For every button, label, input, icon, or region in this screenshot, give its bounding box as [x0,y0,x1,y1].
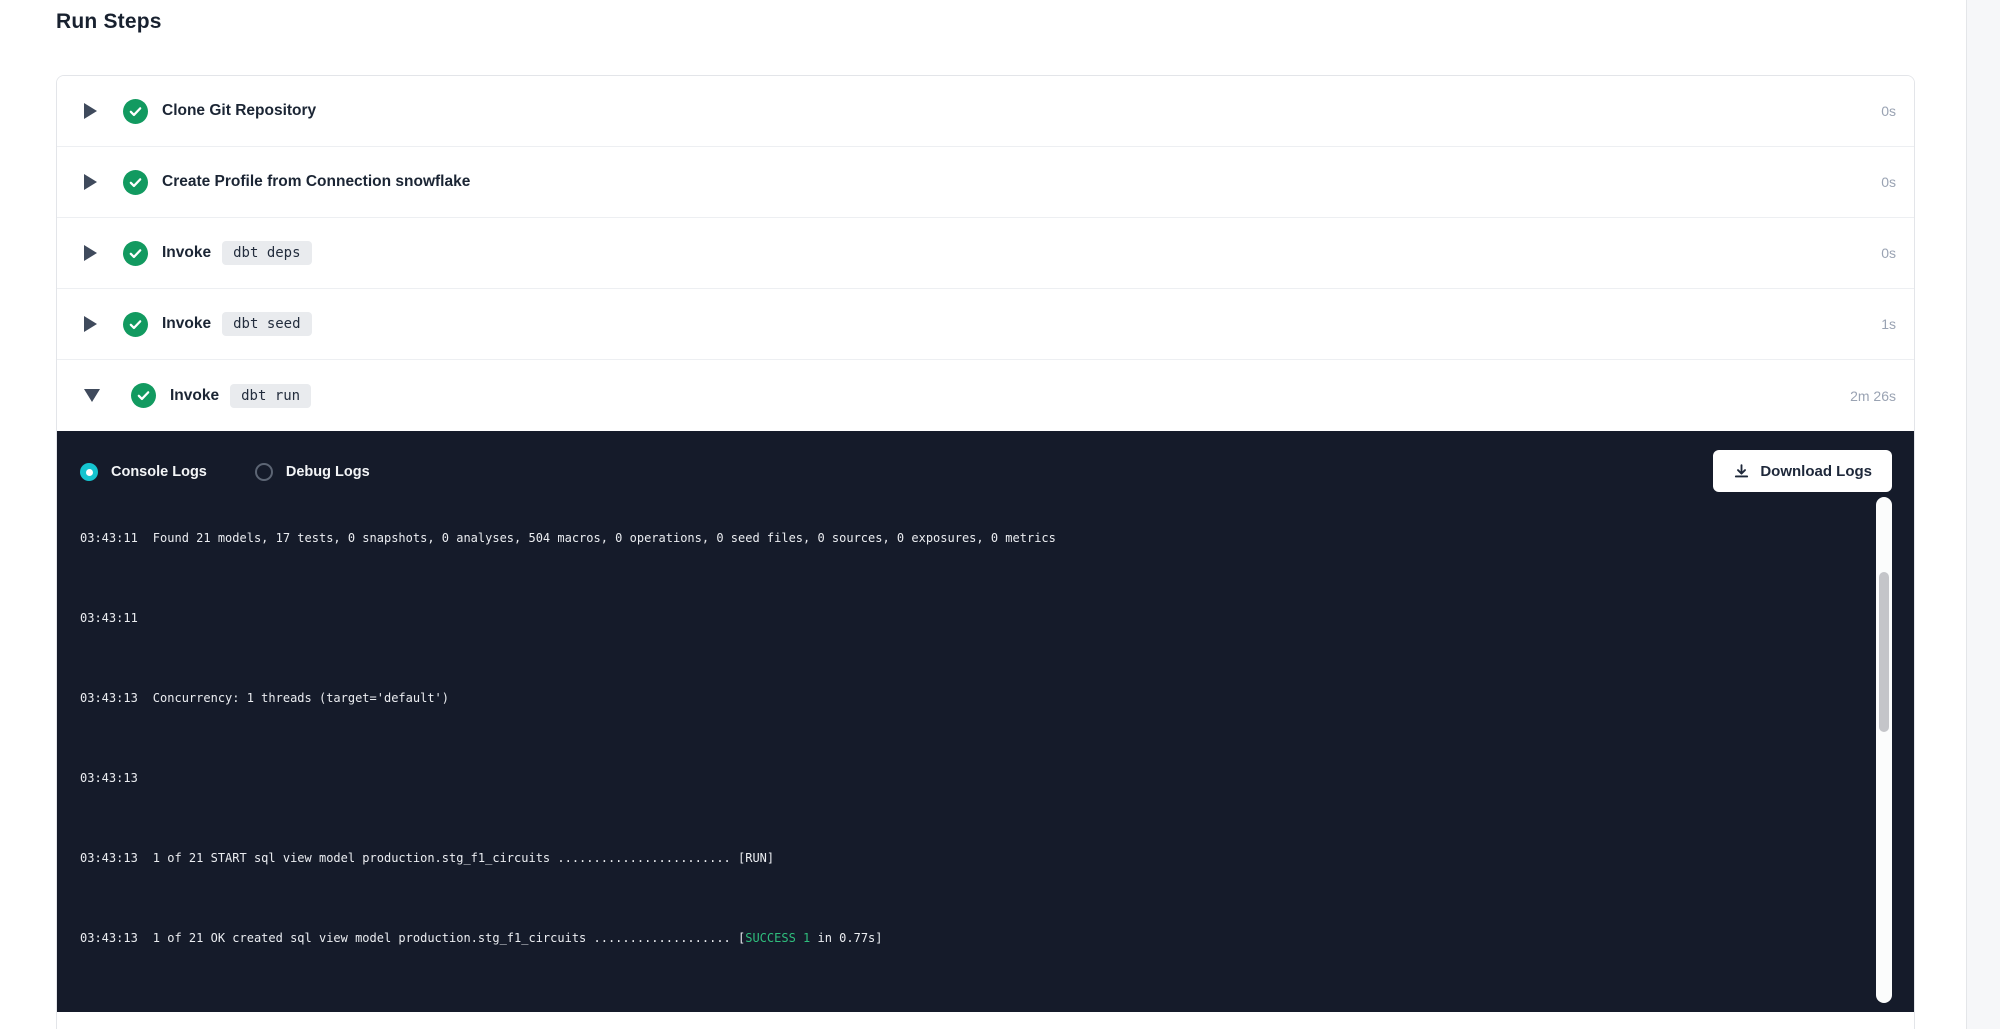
log-timestamp: 03:43:13 [80,1008,138,1012]
log-line: 03:43:13 [80,768,1910,788]
expand-caret-icon[interactable] [84,389,100,402]
success-check-icon [123,170,148,195]
log-line: 03:43:13 1 of 21 START sql view model pro… [80,848,1910,868]
log-lines: 03:43:11 Found 21 models, 17 tests, 0 sna… [80,497,1910,1012]
log-line: 03:43:13 1 of 21 OK created sql view mode… [80,928,1910,948]
log-type-radio[interactable]: Console Logs [80,463,207,481]
log-message: 1 of 21 START sql view model production.… [153,851,731,865]
expand-caret-icon[interactable] [84,174,97,190]
radio-icon[interactable] [80,463,98,481]
log-line: 03:43:11 [80,608,1910,628]
log-message: Found 21 models, 17 tests, 0 snapshots, … [153,531,1056,545]
expand-caret-icon[interactable] [84,316,97,332]
step-duration: 2m 26s [1850,388,1896,404]
console-log-output[interactable]: 03:43:11 Found 21 models, 17 tests, 0 sna… [80,497,1910,1012]
step-label: Clone Git Repository [162,102,316,120]
log-scrollbar-thumb[interactable] [1879,572,1889,732]
step-duration: 0s [1881,103,1896,119]
log-line: 03:43:13 2 of 21 START sql view model pro… [80,1008,1910,1012]
step-command-chip: dbt seed [222,312,311,336]
download-logs-label: Download Logs [1760,463,1872,480]
log-message: 2 of 21 START sql view model production.… [153,1011,731,1012]
step-command-chip: dbt run [230,384,311,408]
log-line: 03:43:11 Found 21 models, 17 tests, 0 sna… [80,528,1910,548]
step-command-chip: dbt deps [222,241,311,265]
run-step-row[interactable]: Clone Git Repository 0s [57,76,1914,147]
log-message: Concurrency: 1 threads (target='default'… [153,691,449,705]
step-label: Create Profile from Connection snowflake [162,173,470,191]
console-panel: Console Logs Debug Logs Download Logs 03… [57,431,1914,1012]
step-label: Invoke [170,387,219,405]
log-status: [RUN] [731,851,774,865]
step-duration: 1s [1881,316,1896,332]
log-timestamp: 03:43:13 [80,848,138,868]
log-timestamp: 03:43:11 [80,528,138,548]
step-label: Invoke [162,315,211,333]
log-line: 03:43:13 Concurrency: 1 threads (target='… [80,688,1910,708]
success-check-icon [123,99,148,124]
run-step-row[interactable]: Invoke dbt seed 1s [57,289,1914,360]
radio-icon[interactable] [255,463,273,481]
success-check-icon [123,241,148,266]
log-timestamp: 03:43:13 [80,688,138,708]
run-step-row[interactable]: Invoke dbt run 2m 26s [57,360,1914,431]
log-status: [SUCCESS 1 in 0.77s] [731,931,883,945]
log-message: 1 of 21 OK created sql view model produc… [153,931,731,945]
console-header: Console Logs Debug Logs Download Logs [57,431,1914,497]
step-duration: 0s [1881,245,1896,261]
log-timestamp: 03:43:11 [80,608,138,628]
log-type-radio-group: Console Logs Debug Logs [80,463,418,481]
radio-label: Debug Logs [286,464,370,480]
radio-label: Console Logs [111,464,207,480]
log-scrollbar-track[interactable] [1876,497,1892,1003]
run-steps-card: Clone Git Repository 0s Create Profile f… [56,75,1915,1029]
page-title: Run Steps [56,10,162,34]
log-type-radio[interactable]: Debug Logs [255,463,370,481]
run-step-row[interactable]: Invoke dbt deps 0s [57,218,1914,289]
step-duration: 0s [1881,174,1896,190]
expand-caret-icon[interactable] [84,245,97,261]
run-step-row[interactable]: Create Profile from Connection snowflake… [57,147,1914,218]
run-steps-list: Clone Git Repository 0s Create Profile f… [57,76,1914,431]
success-check-icon [123,312,148,337]
expand-caret-icon[interactable] [84,103,97,119]
download-logs-button[interactable]: Download Logs [1713,450,1892,492]
right-gutter [1966,0,2000,1029]
download-icon [1733,463,1750,480]
step-label: Invoke [162,244,211,262]
log-timestamp: 03:43:13 [80,768,138,788]
log-timestamp: 03:43:13 [80,928,138,948]
log-status: [RUN] [731,1011,774,1012]
run-detail-page: Run Steps Clone Git Repository 0s Create… [0,0,2000,1029]
success-check-icon [131,383,156,408]
